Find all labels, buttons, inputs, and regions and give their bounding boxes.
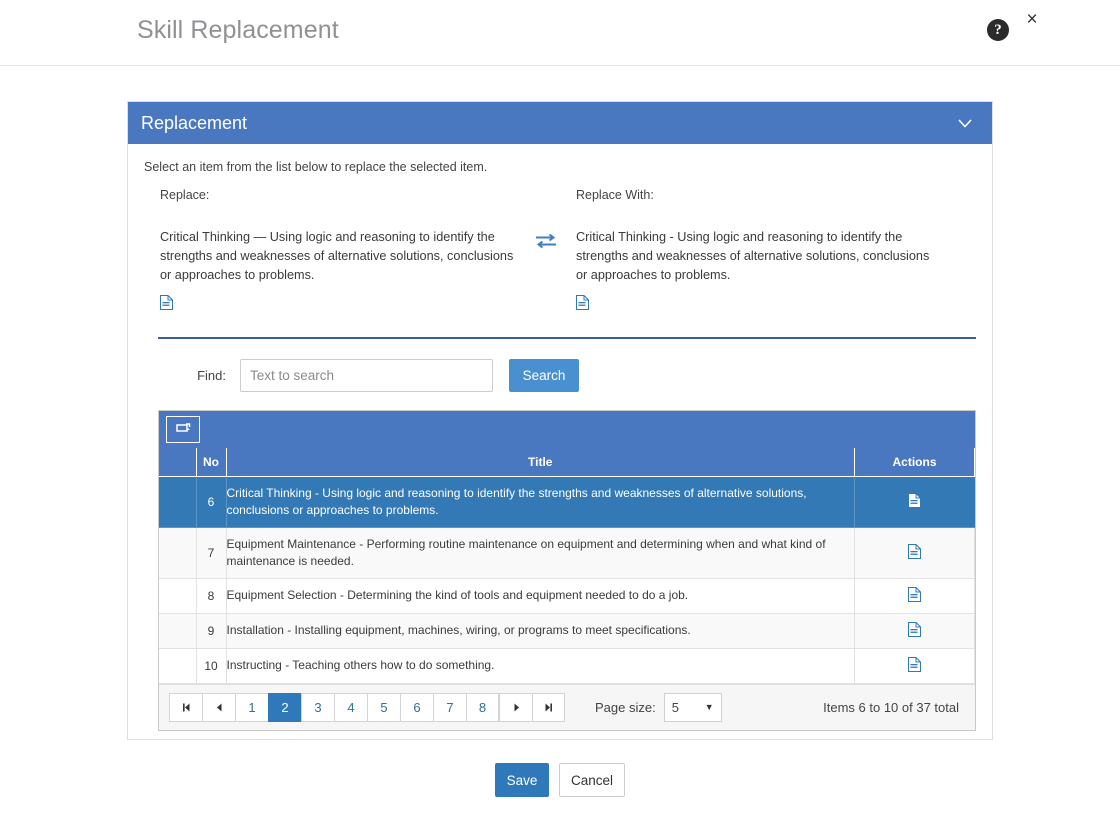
replace-target-column: Replace With: Critical Thinking - Using … [576, 188, 932, 315]
page-number-button[interactable]: 3 [301, 692, 334, 722]
table-header-row: No Title Actions [159, 448, 975, 477]
row-actions-cell [854, 476, 975, 528]
document-icon[interactable] [908, 656, 921, 675]
header-no[interactable]: No [196, 448, 227, 477]
replace-target-text: Critical Thinking - Using logic and reas… [576, 230, 930, 282]
header-title[interactable]: Title [226, 448, 855, 477]
replacement-panel: Replacement Select an item from the list… [127, 101, 993, 740]
swap-arrows-icon[interactable] [535, 233, 557, 254]
page-last-button[interactable] [532, 692, 565, 722]
table-row[interactable]: 8 Equipment Selection - Determining the k… [159, 578, 975, 614]
document-icon[interactable] [908, 621, 921, 640]
results-table: No Title Actions 6 Critical Thinking - Us… [159, 448, 975, 684]
results-grid: No Title Actions 6 Critical Thinking - Us… [158, 410, 976, 731]
row-title-cell: Equipment Selection - Determining the ki… [226, 578, 855, 614]
dialog-footer: Save Cancel [0, 763, 1120, 797]
page-number-button[interactable]: 7 [433, 692, 466, 722]
page-number-button[interactable]: 4 [334, 692, 367, 722]
row-number-cell: 7 [196, 527, 227, 579]
row-select-cell[interactable] [159, 613, 197, 649]
pagination-bar: 12345678 Page size: 5 ▼ Items 6 to 10 of… [159, 683, 975, 730]
table-row[interactable]: 7 Equipment Maintenance - Performing rout… [159, 527, 975, 579]
document-icon[interactable] [160, 295, 516, 315]
page-number-button[interactable]: 2 [268, 692, 301, 722]
panel-header[interactable]: Replacement [128, 102, 992, 144]
row-number-cell: 10 [196, 648, 227, 684]
row-title-cell: Critical Thinking - Using logic and reas… [226, 476, 855, 528]
chevron-down-icon[interactable] [956, 114, 974, 132]
page-number-button[interactable]: 1 [235, 692, 268, 722]
document-icon[interactable] [576, 295, 932, 315]
panel-intro-text: Select an item from the list below to re… [144, 160, 488, 174]
row-number-cell: 8 [196, 578, 227, 614]
document-icon[interactable] [908, 543, 921, 562]
panel-title: Replacement [141, 112, 248, 133]
help-icon[interactable]: ? [987, 19, 1009, 41]
header-select[interactable] [159, 448, 197, 477]
document-icon[interactable] [908, 492, 922, 511]
table-row[interactable]: 6 Critical Thinking - Using logic and rea… [159, 476, 975, 528]
page-first-button[interactable] [169, 692, 202, 722]
search-button[interactable]: Search [509, 359, 579, 392]
table-row[interactable]: 9 Installation - Installing equipment, ma… [159, 613, 975, 649]
replace-source-text: Critical Thinking — Using logic and reas… [160, 230, 514, 282]
row-title-cell: Equipment Maintenance - Performing routi… [226, 527, 855, 579]
swap-direction [516, 188, 576, 254]
row-actions-cell [854, 578, 975, 614]
replace-comparison: Replace: Critical Thinking — Using logic… [142, 188, 978, 315]
header-actions[interactable]: Actions [854, 448, 975, 477]
row-title-cell: Installation - Installing equipment, mac… [226, 613, 855, 649]
page-title: Skill Replacement [137, 16, 339, 44]
document-icon[interactable] [908, 586, 921, 605]
page-size-value: 5 [671, 699, 679, 715]
row-title-cell: Instructing - Teaching others how to do … [226, 648, 855, 684]
row-select-cell[interactable] [159, 476, 197, 528]
replace-label: Replace: [160, 188, 210, 202]
row-select-cell[interactable] [159, 527, 197, 579]
chevron-down-icon: ▼ [704, 702, 714, 712]
replace-with-label: Replace With: [576, 188, 654, 202]
page-number-group: 12345678 [235, 692, 499, 722]
grid-toolbar [159, 411, 975, 448]
replace-source-column: Replace: Critical Thinking — Using logic… [160, 188, 516, 315]
page-size-select[interactable]: 5 ▼ [663, 692, 722, 722]
pagination-info: Items 6 to 10 of 37 total [823, 699, 959, 715]
pagination-buttons: 12345678 [169, 692, 565, 722]
save-button[interactable]: Save [495, 763, 549, 797]
refresh-icon[interactable] [166, 416, 200, 443]
find-row: Find: Search [158, 359, 978, 392]
page-prev-button[interactable] [202, 692, 235, 722]
section-divider [158, 337, 976, 339]
page-number-button[interactable]: 8 [466, 692, 499, 722]
cancel-button[interactable]: Cancel [559, 763, 625, 797]
find-label: Find: [197, 368, 226, 383]
table-body: 6 Critical Thinking - Using logic and rea… [159, 476, 975, 684]
row-actions-cell [854, 648, 975, 684]
row-number-cell: 9 [196, 613, 227, 649]
page-number-button[interactable]: 5 [367, 692, 400, 722]
row-actions-cell [854, 527, 975, 579]
row-select-cell[interactable] [159, 648, 197, 684]
row-number-cell: 6 [196, 476, 227, 528]
page-size-label: Page size: [595, 699, 656, 715]
table-row[interactable]: 10 Instructing - Teaching others how to d… [159, 648, 975, 684]
panel-body: Select an item from the list below to re… [128, 144, 992, 739]
close-icon[interactable]: × [1020, 8, 1044, 32]
page-number-button[interactable]: 6 [400, 692, 433, 722]
modal-header: Skill Replacement ? × [0, 0, 1120, 66]
search-input[interactable] [240, 359, 493, 392]
page-next-button[interactable] [499, 692, 532, 722]
row-actions-cell [854, 613, 975, 649]
row-select-cell[interactable] [159, 578, 197, 614]
